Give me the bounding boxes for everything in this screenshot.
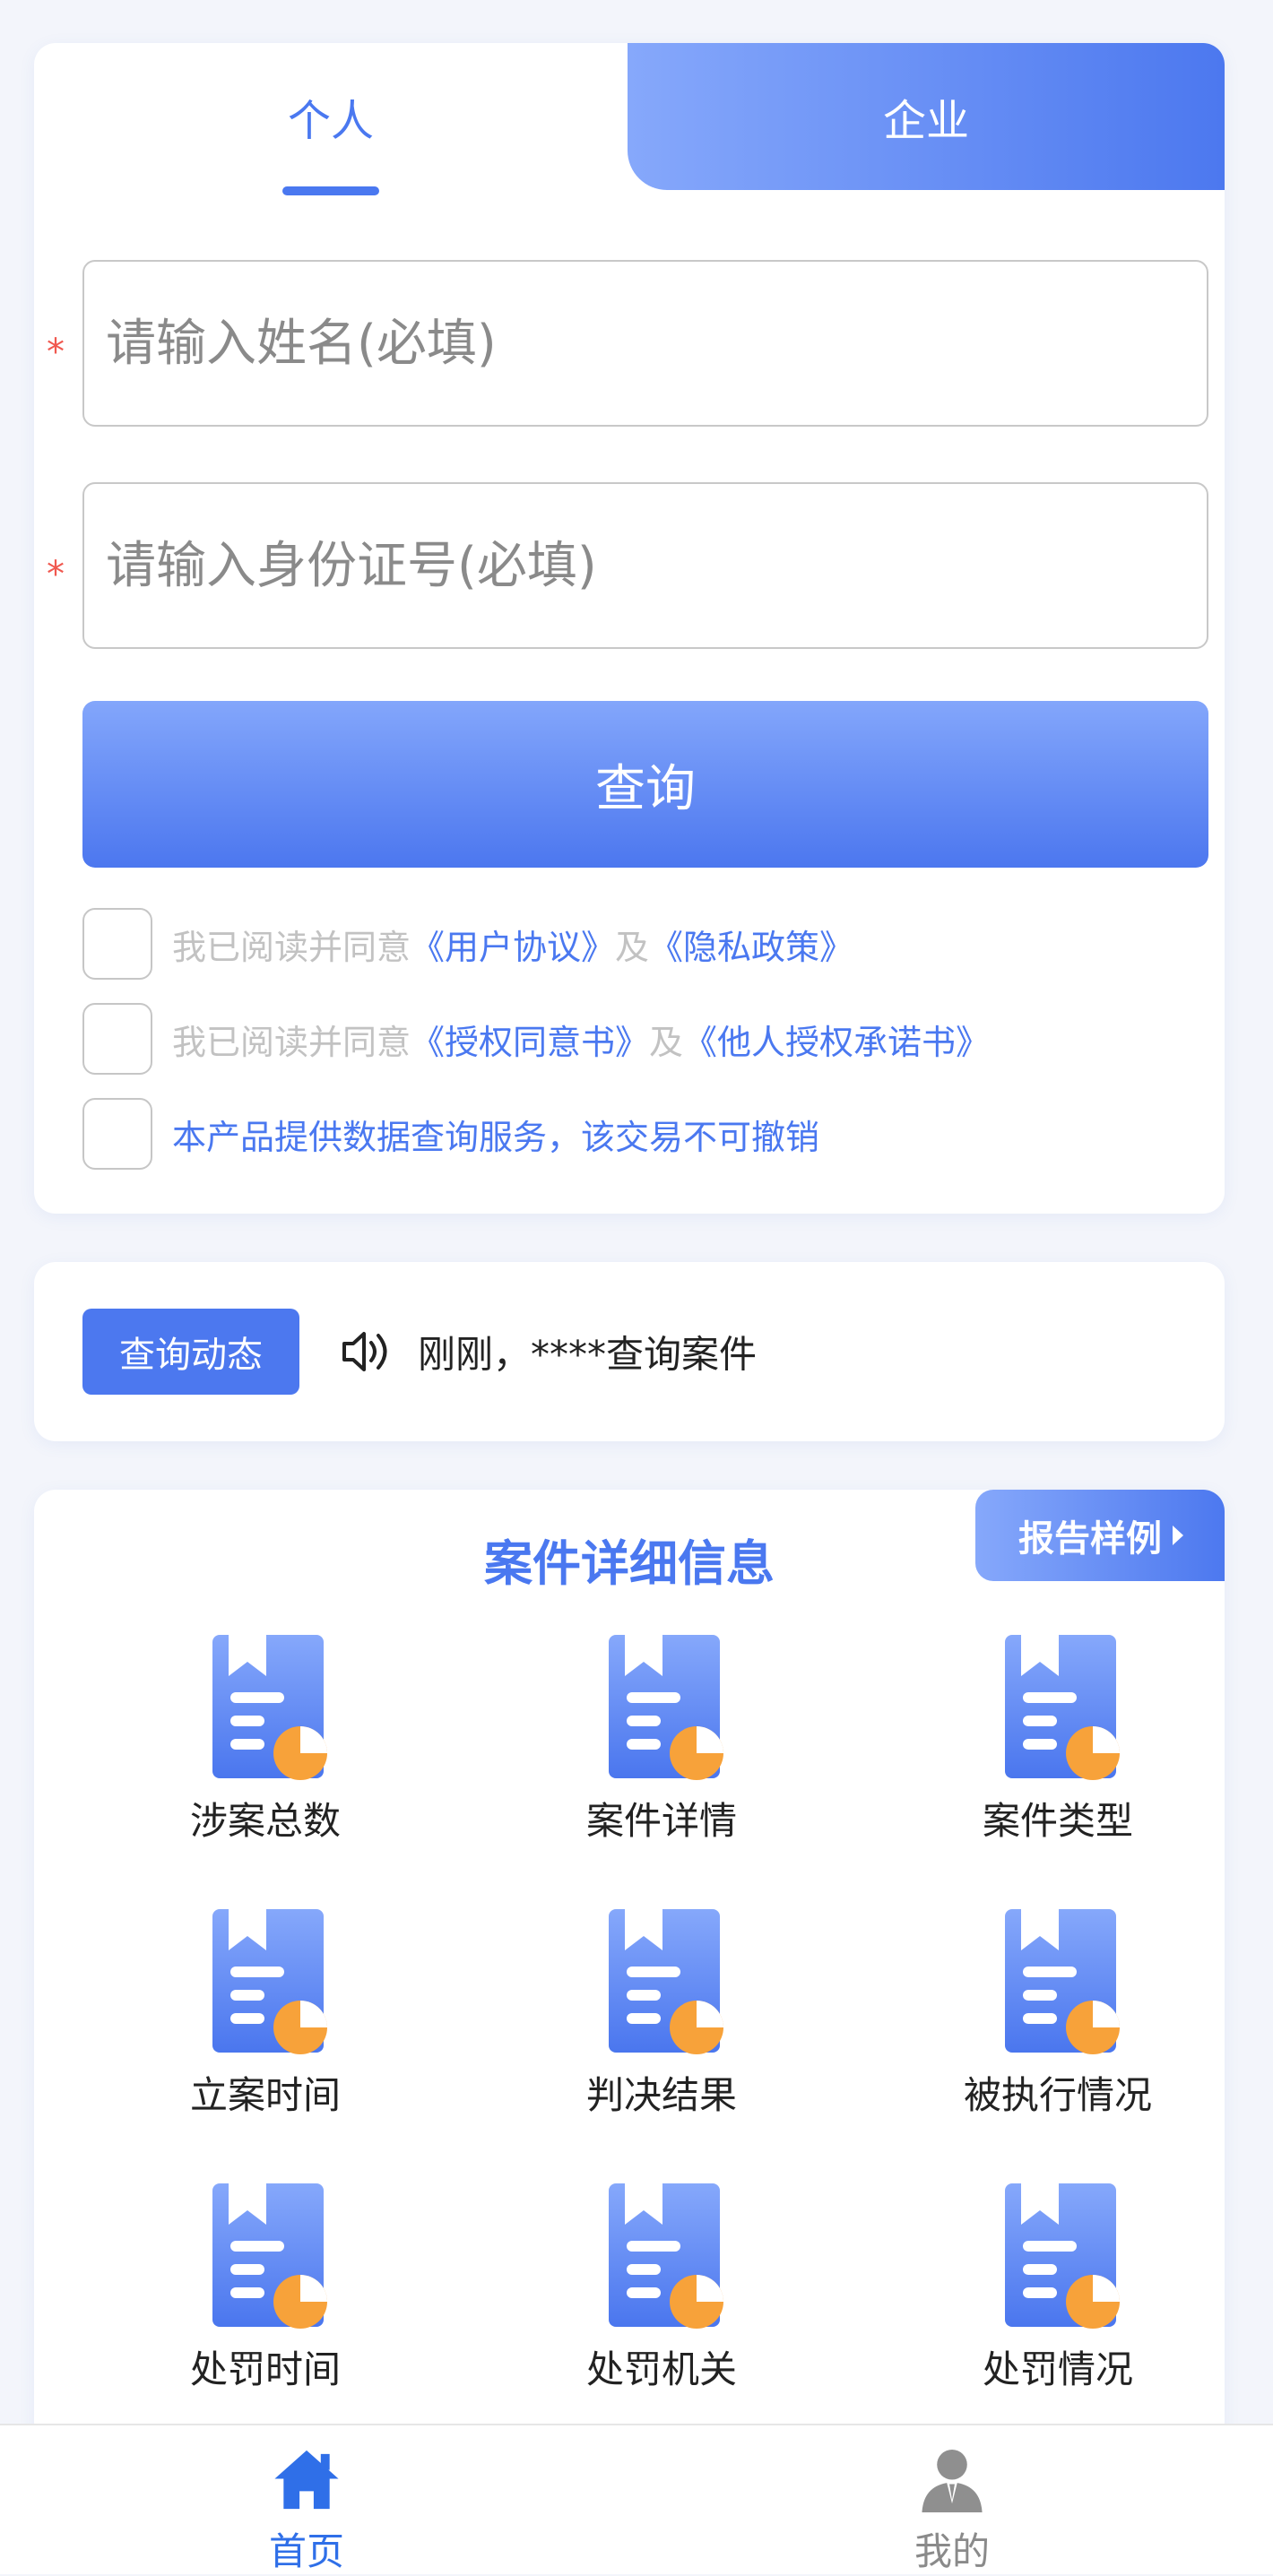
privacy-policy-link[interactable]: 《隐私政策》 bbox=[649, 920, 853, 969]
tab-company[interactable]: 企业 bbox=[628, 43, 1225, 190]
document-chart-icon bbox=[1005, 1909, 1120, 2054]
authorization-consent-link[interactable]: 《授权同意书》 bbox=[411, 1015, 649, 1064]
case-detail-label: 判决结果 bbox=[585, 2073, 737, 2117]
speaker-icon bbox=[342, 1332, 387, 1371]
agreement-row-irrevocable: 本产品提供数据查询服务，该交易不可撤销 bbox=[82, 1097, 819, 1171]
id-number-input[interactable] bbox=[82, 482, 1208, 649]
document-chart-icon bbox=[1005, 2183, 1120, 2329]
case-details-card: 案件详细信息 报告样例 涉案总数 案件详情 案件类型 立案时间 判决结果 被执行情况 处罚时… bbox=[34, 1490, 1225, 2476]
document-chart-icon bbox=[609, 1635, 723, 1780]
irrevocable-notice: 本产品提供数据查询服务，该交易不可撤销 bbox=[172, 1117, 820, 1157]
query-activity-card: 查询动态 刚刚，****查询案件 bbox=[34, 1262, 1225, 1441]
bottom-navigation: 首页 我的 bbox=[0, 2424, 1273, 2574]
case-detail-label: 被执行情况 bbox=[963, 2073, 1152, 2117]
nav-mine[interactable]: 我的 bbox=[818, 2425, 1087, 2576]
user-icon bbox=[922, 2449, 983, 2513]
agreement-joiner: 及 bbox=[649, 1022, 684, 1062]
case-detail-label: 处罚情况 bbox=[982, 2347, 1133, 2391]
document-chart-icon bbox=[609, 2183, 723, 2329]
document-chart-icon bbox=[212, 1909, 327, 2054]
case-detail-item[interactable]: 处罚情况 bbox=[923, 2182, 1192, 2442]
third-party-authorization-link[interactable]: 《他人授权承诺书》 bbox=[683, 1015, 990, 1064]
case-detail-item[interactable]: 判决结果 bbox=[527, 1907, 796, 2167]
agreement-prefix: 我已阅读并同意 bbox=[172, 1022, 411, 1062]
case-detail-item[interactable]: 案件类型 bbox=[923, 1633, 1192, 1893]
tab-personal[interactable]: 个人 bbox=[34, 43, 628, 190]
name-input[interactable] bbox=[82, 260, 1208, 427]
case-detail-item[interactable]: 被执行情况 bbox=[923, 1907, 1192, 2167]
agreement-joiner: 及 bbox=[615, 927, 650, 967]
nav-home-label: 首页 bbox=[268, 2529, 344, 2573]
case-detail-item[interactable]: 处罚机关 bbox=[527, 2182, 796, 2442]
required-mark: * bbox=[47, 332, 65, 373]
document-chart-icon bbox=[1005, 1635, 1120, 1780]
case-detail-item[interactable]: 涉案总数 bbox=[131, 1633, 400, 1893]
case-detail-item[interactable]: 立案时间 bbox=[131, 1907, 400, 2167]
agree-irrevocable-checkbox[interactable] bbox=[82, 1098, 152, 1170]
case-detail-item[interactable]: 案件详情 bbox=[527, 1633, 796, 1893]
nav-mine-label: 我的 bbox=[914, 2529, 990, 2573]
query-button[interactable]: 查询 bbox=[82, 701, 1208, 868]
agree-authorization-checkbox[interactable] bbox=[82, 1003, 152, 1075]
agree-user-checkbox[interactable] bbox=[82, 908, 152, 980]
report-sample-button[interactable]: 报告样例 bbox=[975, 1490, 1225, 1581]
agreement-prefix: 我已阅读并同意 bbox=[172, 927, 411, 967]
query-activity-badge: 查询动态 bbox=[82, 1309, 299, 1395]
query-form-card: 个人 企业 * * 查询 我已阅读并同意 《用户协议》 及 《隐私政策》 我已阅… bbox=[34, 43, 1225, 1214]
user-agreement-link[interactable]: 《用户协议》 bbox=[411, 920, 615, 969]
document-chart-icon bbox=[212, 2183, 327, 2329]
case-detail-label: 处罚机关 bbox=[585, 2347, 737, 2391]
case-detail-label: 案件详情 bbox=[585, 1799, 737, 1843]
case-detail-label: 涉案总数 bbox=[189, 1799, 341, 1843]
case-detail-label: 案件类型 bbox=[982, 1799, 1133, 1843]
home-icon bbox=[274, 2450, 339, 2510]
agreement-row-user: 我已阅读并同意 《用户协议》 及 《隐私政策》 bbox=[82, 907, 853, 981]
agreement-row-authorization: 我已阅读并同意 《授权同意书》 及 《他人授权承诺书》 bbox=[82, 1002, 990, 1076]
required-mark: * bbox=[47, 554, 65, 595]
case-detail-item[interactable]: 处罚时间 bbox=[131, 2182, 400, 2442]
nav-home[interactable]: 首页 bbox=[172, 2425, 441, 2576]
query-activity-message: 刚刚，****查询案件 bbox=[418, 1332, 758, 1377]
case-detail-label: 处罚时间 bbox=[189, 2347, 341, 2391]
document-chart-icon bbox=[609, 1909, 723, 2054]
report-sample-label: 报告样例 bbox=[1018, 1518, 1162, 1560]
caret-right-icon bbox=[1173, 1526, 1183, 1545]
active-tab-indicator bbox=[282, 186, 379, 195]
document-chart-icon bbox=[212, 1635, 327, 1780]
case-detail-label: 立案时间 bbox=[189, 2073, 341, 2117]
